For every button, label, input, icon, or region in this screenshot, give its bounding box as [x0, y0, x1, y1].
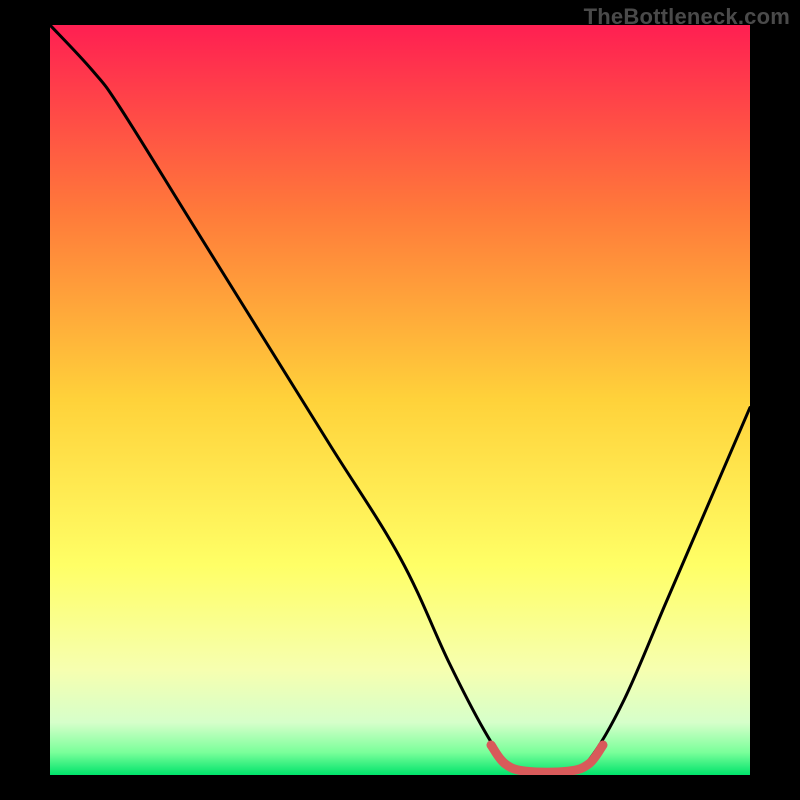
chart-svg — [50, 25, 750, 775]
gradient-background — [50, 25, 750, 775]
watermark-text: TheBottleneck.com — [584, 4, 790, 30]
chart-frame: TheBottleneck.com — [0, 0, 800, 800]
plot-area — [50, 25, 750, 775]
